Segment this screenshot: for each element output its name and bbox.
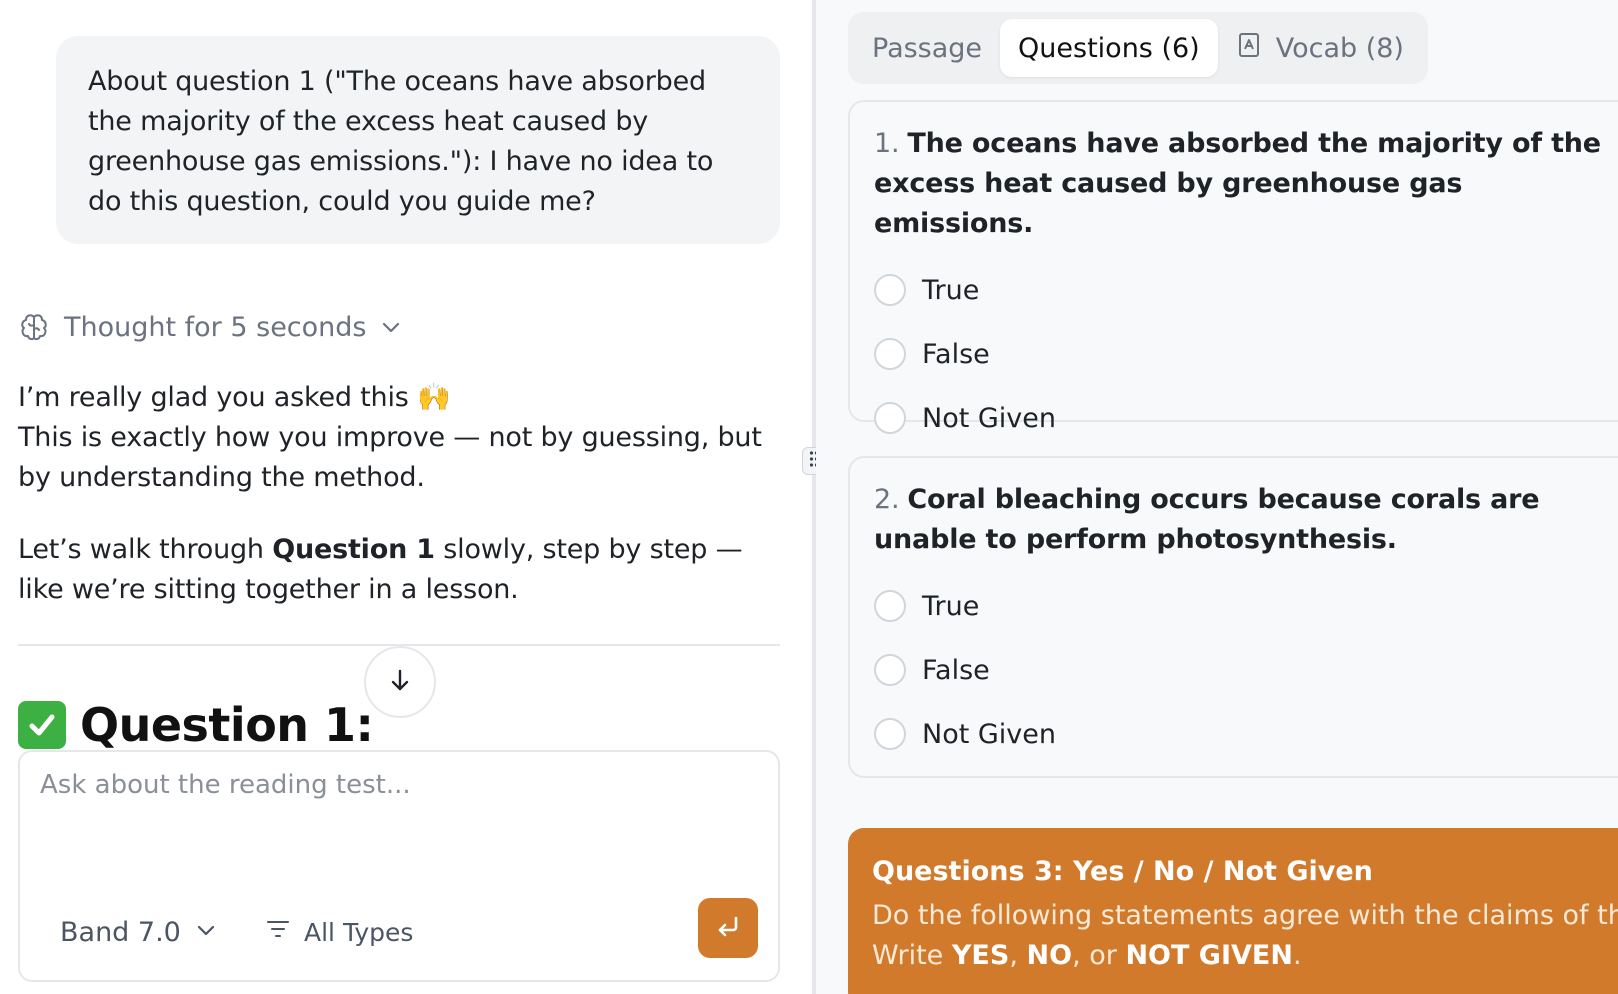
thought-toggle[interactable]: Thought for 5 seconds [18,307,402,347]
option-label: False [922,654,990,686]
user-message-bubble: About question 1 ("The oceans have absor… [56,36,780,244]
tab-vocab[interactable]: Vocab (8) [1218,19,1422,77]
instruction-text: . [1292,940,1302,971]
reply-text: Let’s walk through [18,534,273,565]
answer-keyword: YES [951,940,1010,971]
radio-button[interactable] [874,654,906,686]
section-instructions-banner: Questions 3: Yes / No / Not Given Do the… [848,828,1618,994]
question-number: 2. [874,484,900,515]
user-message-text: About question 1 ("The oceans have absor… [88,66,714,217]
option-label: True [922,590,980,622]
tab-questions[interactable]: Questions (6) [1000,19,1218,77]
question-statement: Coral bleaching occurs because corals ar… [874,484,1540,555]
reply-line-1: I’m really glad you asked this 🙌 [18,382,451,413]
option-true[interactable]: True [874,574,1618,638]
radio-button[interactable] [874,338,906,370]
brain-icon [18,311,50,343]
band-selector[interactable]: Band 7.0 [60,910,217,954]
scroll-down-button[interactable] [364,646,436,718]
option-false[interactable]: False [874,322,1618,386]
chat-input[interactable] [40,770,760,890]
reply-paragraph-2: Let’s walk through Question 1 slowly, st… [18,530,788,610]
question-heading: Question 1: [18,695,374,755]
option-label: Not Given [922,402,1057,434]
radio-button[interactable] [874,402,906,434]
instruction-text: Write [872,940,952,971]
reply-line-2: This is exactly how you improve — not by… [18,422,762,493]
chat-pane: About question 1 ("The oceans have absor… [0,0,812,994]
assistant-reply: I’m really glad you asked this 🙌 This is… [18,378,788,642]
answer-options: True False Not Given [874,258,1618,450]
section-instruction: Do the following statements agree with t… [872,896,1618,976]
types-filter[interactable]: All Types [264,910,413,954]
check-mark-icon [18,701,66,749]
option-label: Not Given [922,718,1057,750]
tab-label: Questions (6) [1018,32,1200,64]
question-statement: The oceans have absorbed the majority of… [874,128,1601,239]
answer-options: True False Not Given [874,574,1618,766]
question-number: 1. [874,128,900,159]
instruction-line-1: Do the following statements agree with t… [872,900,1618,931]
chevron-down-icon [380,316,402,338]
filter-icon [264,915,292,949]
composer: Band 7.0 All Types [18,750,780,982]
option-label: True [922,274,980,306]
question-card-2: 2. Coral bleaching occurs because corals … [848,456,1618,778]
answer-keyword: NOT GIVEN [1125,940,1293,971]
tab-bar: Passage Questions (6) Vocab (8) [848,12,1428,84]
question-text: 2. Coral bleaching occurs because corals … [874,480,1618,560]
tab-label: Passage [872,32,983,64]
instruction-text: , or [1072,940,1126,971]
radio-button[interactable] [874,274,906,306]
answer-keyword: NO [1026,940,1073,971]
band-label: Band 7.0 [60,916,181,948]
reply-paragraph-1: I’m really glad you asked this 🙌 This is… [18,378,788,498]
types-label: All Types [304,917,414,947]
tab-passage[interactable]: Passage [854,19,1000,77]
option-true[interactable]: True [874,258,1618,322]
enter-arrow-icon [713,911,743,945]
question-text: 1. The oceans have absorbed the majority … [874,124,1618,244]
section-title: Questions 3: Yes / No / Not Given [872,856,1373,887]
arrow-down-icon [386,666,414,698]
thought-label: Thought for 5 seconds [64,311,367,343]
option-false[interactable]: False [874,638,1618,702]
question-card-1: 1. The oceans have absorbed the majority … [848,100,1618,434]
option-label: False [922,338,990,370]
chevron-down-icon [195,917,217,948]
option-not-given[interactable]: Not Given [874,702,1618,766]
test-pane: Passage Questions (6) Vocab (8) 1. The oc… [816,0,1618,994]
reply-bold-text: Question 1 [272,534,435,565]
bookmark-icon [1236,31,1262,66]
radio-button[interactable] [874,718,906,750]
send-button[interactable] [698,898,758,958]
instruction-text: , [1009,940,1027,971]
tab-label: Vocab (8) [1275,32,1404,64]
option-not-given[interactable]: Not Given [874,386,1618,450]
question-heading-text: Question 1: [80,698,374,752]
radio-button[interactable] [874,590,906,622]
